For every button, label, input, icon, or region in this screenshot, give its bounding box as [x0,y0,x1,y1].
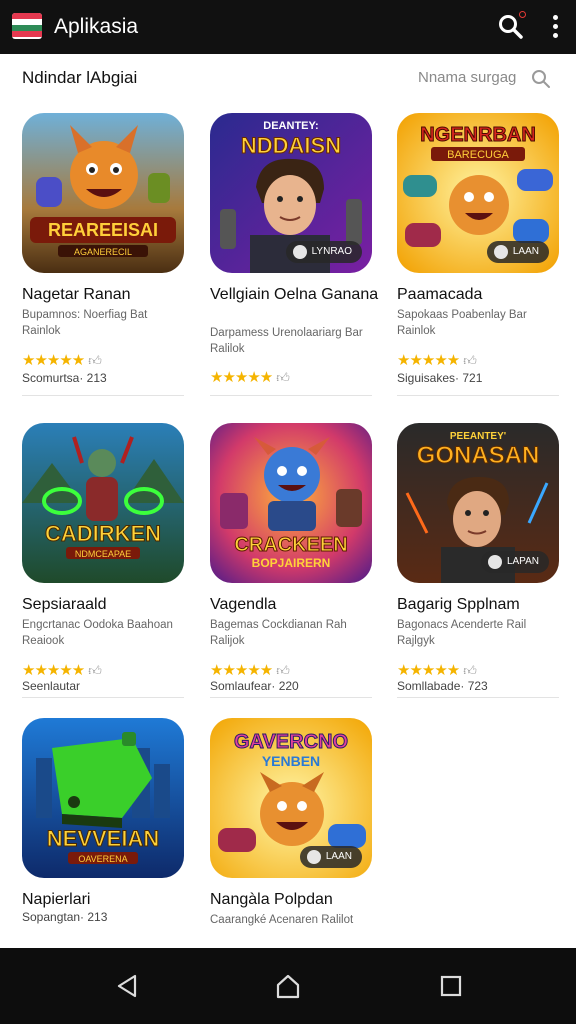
rating-stars-text: ★★★★★ [22,662,85,679]
app-name: Napierlari [22,891,91,908]
thumbs-up-icon[interactable]: 👍︎ [463,663,477,679]
app-meta: Somlaufear· 220 [210,679,299,693]
app-description: Engcrtanac Oodoka Baahoan Reaiook [22,619,173,647]
app-badge: LAAN [486,241,549,263]
thumb-title-text: REAREEISAI [48,220,158,240]
app-logo-icon [12,13,42,39]
thumbs-up-icon[interactable]: 👍︎ [88,663,102,679]
app-description: Bagonacs Acenderte Rail Rajlgyk [397,619,527,647]
app-thumbnail[interactable]: NGENRBAN BARECUGA LAAN [397,113,559,273]
app-badge: LAAN [299,846,362,868]
recents-icon[interactable] [436,971,466,1001]
section-search-input[interactable]: Nnama surgag [418,69,516,86]
thumbs-up-icon[interactable]: 👍︎ [276,663,290,679]
thumb-subtitle-text: OAVERENA [78,854,127,864]
thumb-subtitle-text: AGANERECIL [74,247,132,257]
divider [397,697,559,698]
app-thumbnail[interactable]: DEANTEY: NDDAISN LYNRAO [210,113,372,273]
app-meta: Scomurtsa· 213 [22,371,107,385]
app-description: Bupamnos: Noerfiag Bat Rainlok [22,309,148,337]
thumb-title-text: CADIRKEN [45,521,161,546]
rating-stars: ★★★★★ 👍︎ [210,661,290,679]
thumb-subtitle-text: DEANTEY: [263,120,318,132]
app-thumbnail[interactable]: GAVERCNO YENBEN LAAN [210,718,372,878]
app-thumbnail[interactable]: REAREEISAI AGANERECIL [22,113,184,273]
app-meta: Siguisakes· 721 [397,371,483,385]
thumb-subtitle-text: BARECUGA [447,149,509,161]
app-badge: LYNRAO [285,241,362,263]
app-name: Paamacada [397,286,483,303]
notification-dot [519,11,526,18]
section-header: Ndindar lAbgiai Nnama surgag [0,54,576,102]
home-icon[interactable] [273,971,303,1001]
app-description: Darpamess Urenolaariarg Bar Ralilok [210,327,363,355]
app-meta: Sopangtan· 213 [22,910,108,924]
rating-stars-text: ★★★★★ [210,662,273,679]
thumb-title-text: CRACKEEN [234,534,347,556]
app-thumbnail[interactable]: CADIRKEN NDMCEAPAE [22,423,184,583]
app-thumbnail[interactable]: CRACKEEN BOPJAIRERN [210,423,372,583]
app-bar: Aplikasia [0,0,576,54]
app-title: Aplikasia [54,15,139,38]
app-name: Nangàla Polpdan [210,891,333,908]
thumb-title-text: NDDAISN [241,133,341,158]
app-description: Bagemas Cockdianan Rah Ralijok [210,619,347,647]
divider [22,697,184,698]
app-badge: LAPAN [480,551,549,573]
app-thumbnail[interactable]: NEVVEIAN OAVERENA [22,718,184,878]
app-name: Vagendla [210,596,277,613]
rating-stars: ★★★★★ 👍︎ [397,351,477,369]
app-name: Bagarig Spplnam [397,596,520,613]
rating-stars: ★★★★★ 👍︎ [210,368,290,386]
thumb-title-text: GONASAN [417,442,540,469]
more-vertical-icon[interactable] [545,13,565,41]
app-description: Sapokaas Poabenlay Bar Rainlok [397,309,527,337]
thumb-title-text: GAVERCNO [234,731,348,753]
app-thumbnail[interactable]: PEEANTEY' GONASAN LAPAN [397,423,559,583]
back-icon[interactable] [113,971,143,1001]
thumb-subtitle-text: NDMCEAPAE [75,549,131,559]
rating-stars: ★★★★★ 👍︎ [397,661,477,679]
app-name: Vellgiain Oelna Ganana [210,286,379,303]
rating-stars-text: ★★★★★ [397,662,460,679]
thumb-title-text: NGENRBAN [420,124,536,146]
divider [397,395,559,396]
app-description: Caarangké Acenaren Ralilot [210,914,354,926]
divider [210,395,372,396]
thumb-subtitle-text: YENBEN [262,753,320,769]
search-icon[interactable] [530,68,552,90]
rating-stars: ★★★★★ 👍︎ [22,351,102,369]
app-name: Sepsiaraald [22,596,107,613]
system-nav-bar [0,948,576,1024]
app-name: Nagetar Ranan [22,286,131,303]
app-meta: Seenlautar [22,679,81,693]
rating-stars-text: ★★★★★ [397,352,460,369]
thumbs-up-icon[interactable]: 👍︎ [276,370,290,386]
divider [210,697,372,698]
rating-stars-text: ★★★★★ [22,352,85,369]
thumb-title-text: NEVVEIAN [47,826,159,851]
section-title: Ndindar lAbgiai [22,68,138,87]
rating-stars: ★★★★★ 👍︎ [22,661,102,679]
thumbs-up-icon[interactable]: 👍︎ [463,353,477,369]
app-meta: Somllabade· 723 [397,679,488,693]
thumb-subtitle-text: BOPJAIRERN [252,556,331,570]
thumb-subtitle-text: PEEANTEY' [450,431,506,442]
rating-stars-text: ★★★★★ [210,369,273,386]
thumbs-up-icon[interactable]: 👍︎ [88,353,102,369]
divider [22,395,184,396]
